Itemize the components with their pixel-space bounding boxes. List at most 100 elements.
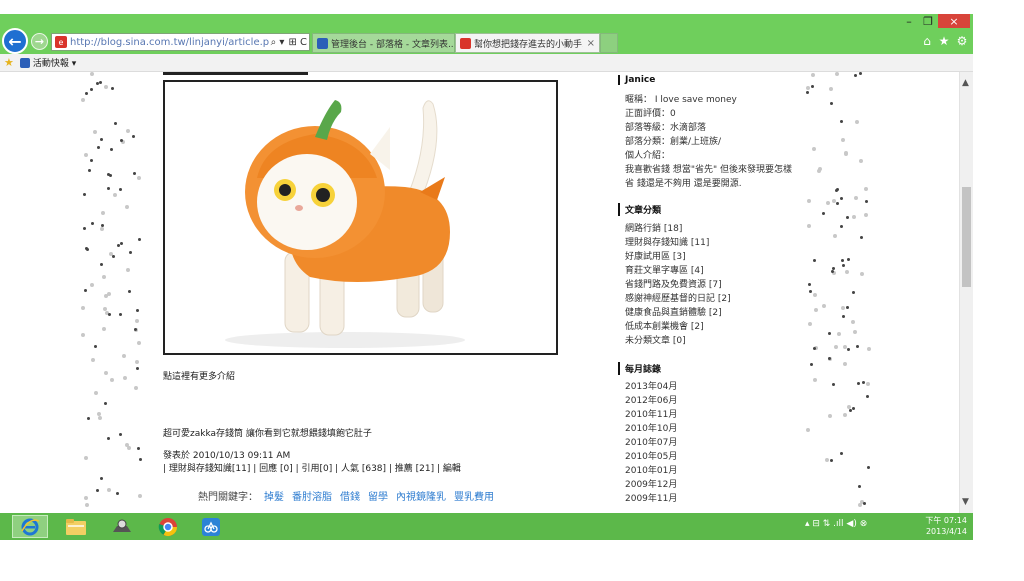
archive-month-link[interactable]: 2010年11月 xyxy=(625,407,677,420)
scanner-icon xyxy=(113,519,131,532)
taskbar-clock[interactable]: 下午 07:14 2013/4/14 xyxy=(912,515,967,537)
system-tray[interactable]: ▴ ⊟ ⇅ .ıll ◀) ⊗ xyxy=(805,519,867,529)
favorites-bar: ★ 活動快報 ▾ xyxy=(0,54,973,72)
decorative-dot xyxy=(84,153,88,157)
home-icon[interactable]: ⌂ xyxy=(920,34,934,48)
decorative-dot xyxy=(829,87,833,91)
archive-month-link[interactable]: 2010年05月 xyxy=(625,449,677,462)
taskbar-chrome-button[interactable] xyxy=(150,515,186,538)
archive-month-link[interactable]: 2010年07月 xyxy=(625,435,677,448)
taskbar-media-button[interactable] xyxy=(104,515,140,538)
category-link[interactable]: 未分類文章 [0] xyxy=(625,333,686,346)
decorative-dot xyxy=(88,169,91,172)
scroll-up-icon[interactable]: ▲ xyxy=(962,78,969,88)
category-link[interactable]: 好康試用區 [3] xyxy=(625,249,686,262)
decorative-dot xyxy=(107,187,110,190)
decorative-dot xyxy=(846,216,849,219)
address-bar[interactable]: e http://blog.sina.com.tw/linjanyi/artic… xyxy=(51,33,310,51)
archive-month-link[interactable]: 2009年11月 xyxy=(625,491,677,504)
favorites-star-icon[interactable]: ★ xyxy=(4,56,14,69)
compat-refresh-icon[interactable]: ⊞ C xyxy=(288,37,307,48)
keyword-link[interactable]: 內視鏡隆乳 xyxy=(396,488,446,503)
tab-article[interactable]: 幫你想把錢存進去的小動手... × xyxy=(455,33,600,53)
decorative-dot xyxy=(120,139,123,142)
decorative-dot xyxy=(807,199,811,203)
archive-month-link[interactable]: 2012年06月 xyxy=(625,393,677,406)
category-link[interactable]: 低成本創業機會 [2] xyxy=(625,319,704,332)
decorative-dot xyxy=(81,98,85,102)
decorative-dot xyxy=(132,135,135,138)
more-info-link[interactable]: 點這裡有更多介紹 xyxy=(163,369,235,382)
category-link[interactable]: 健康食品與直銷體驗 [2] xyxy=(625,305,722,318)
keyword-link[interactable]: 借錢 xyxy=(340,488,360,503)
decorative-dot xyxy=(138,238,141,241)
address-url[interactable]: http://blog.sina.com.tw/linjanyi/article… xyxy=(70,37,269,48)
clock-date: 2013/4/14 xyxy=(925,527,967,536)
close-tab-icon[interactable]: × xyxy=(587,38,595,49)
taskbar-ie-button[interactable] xyxy=(12,515,48,538)
archive-month-link[interactable]: 2013年04月 xyxy=(625,379,677,392)
decorative-dot xyxy=(100,227,104,231)
decorative-dot xyxy=(135,360,139,364)
scrollbar-thumb[interactable] xyxy=(962,187,971,287)
archive-heading: 每月誌錄 xyxy=(618,362,661,375)
tray-icons[interactable]: ▴ ⊟ ⇅ .ıll ◀) ⊗ xyxy=(805,519,867,529)
back-button[interactable]: ← xyxy=(2,28,28,54)
decorative-dot xyxy=(806,428,810,432)
decorative-dot xyxy=(813,293,817,297)
decorative-dot xyxy=(104,402,107,405)
decorative-dot xyxy=(859,72,862,75)
category-link[interactable]: 育莊文單字專區 [4] xyxy=(625,263,704,276)
category-link[interactable]: 網路行銷 [18] xyxy=(625,221,682,234)
category-link[interactable]: 感謝神經歷基督的日記 [2] xyxy=(625,291,731,304)
hot-keywords-label: 熱門關鍵字： xyxy=(198,492,258,503)
favorites-item-icon xyxy=(19,57,30,68)
taskbar-explorer-button[interactable] xyxy=(58,515,94,538)
taskbar-app-button[interactable] xyxy=(193,515,229,538)
decorative-dot xyxy=(858,503,862,507)
decorative-dot xyxy=(110,378,114,382)
decorative-dot xyxy=(822,304,826,308)
decorative-dot xyxy=(855,120,859,124)
article-meta-links[interactable]: | 理財與存錢知識[11] | 回應 [0] | 引用[0] | 人氣 [638… xyxy=(163,461,461,474)
tab-admin[interactable]: 管理後台 - 部落格 - 文章列表... xyxy=(312,33,455,53)
keyword-link[interactable]: 留學 xyxy=(368,488,388,503)
blog-tab-icon xyxy=(317,37,328,49)
favorites-icon[interactable]: ★ xyxy=(937,34,951,48)
decorative-dot xyxy=(136,367,139,370)
decorative-dot xyxy=(119,313,122,316)
web-page: 點這裡有更多介紹 超可愛zakka存錢筒 讓你看到它就想餵錢填飽它肚子 發表於 … xyxy=(0,72,959,513)
decorative-dot xyxy=(841,138,845,142)
keyword-link[interactable]: 番肘溶脂 xyxy=(292,488,332,503)
forward-button[interactable]: → xyxy=(31,33,48,50)
profile-line: 個人介紹： xyxy=(625,151,671,161)
decorative-dot xyxy=(866,382,870,386)
archive-month-link[interactable]: 2009年12月 xyxy=(625,477,677,490)
decorative-dot xyxy=(830,459,833,462)
chrome-icon xyxy=(158,517,177,536)
decorative-dot xyxy=(104,294,108,298)
gear-icon[interactable]: ⚙ xyxy=(955,34,969,48)
favorites-item-label[interactable]: 活動快報 ▾ xyxy=(33,56,76,69)
category-link[interactable]: 省錢門路及免費資源 [7] xyxy=(625,277,722,290)
new-tab-button[interactable] xyxy=(600,33,618,53)
address-search-icon[interactable]: ⌕ ▾ xyxy=(271,37,285,48)
scroll-down-icon[interactable]: ▼ xyxy=(962,497,969,507)
decorative-dot xyxy=(837,332,841,336)
decorative-dot xyxy=(90,72,94,76)
decorative-dot xyxy=(137,447,140,450)
minimize-button[interactable]: – xyxy=(900,14,918,28)
profile-line: 部落分類：創業/上班族/ xyxy=(625,137,722,147)
decorative-dot xyxy=(137,341,141,345)
keyword-link[interactable]: 豐乳費用 xyxy=(454,488,494,503)
decorative-dot xyxy=(845,270,849,274)
decorative-dot xyxy=(867,347,871,351)
category-link[interactable]: 理財與存錢知識 [11] xyxy=(625,235,709,248)
archive-month-link[interactable]: 2010年01月 xyxy=(625,463,677,476)
close-window-button[interactable]: × xyxy=(938,14,970,28)
archive-month-link[interactable]: 2010年10月 xyxy=(625,421,677,434)
vertical-scrollbar[interactable]: ▲ ▼ xyxy=(959,72,973,513)
keyword-link[interactable]: 掉髮 xyxy=(264,488,284,503)
maximize-button[interactable]: ❐ xyxy=(918,14,938,28)
decorative-dot xyxy=(138,494,142,498)
